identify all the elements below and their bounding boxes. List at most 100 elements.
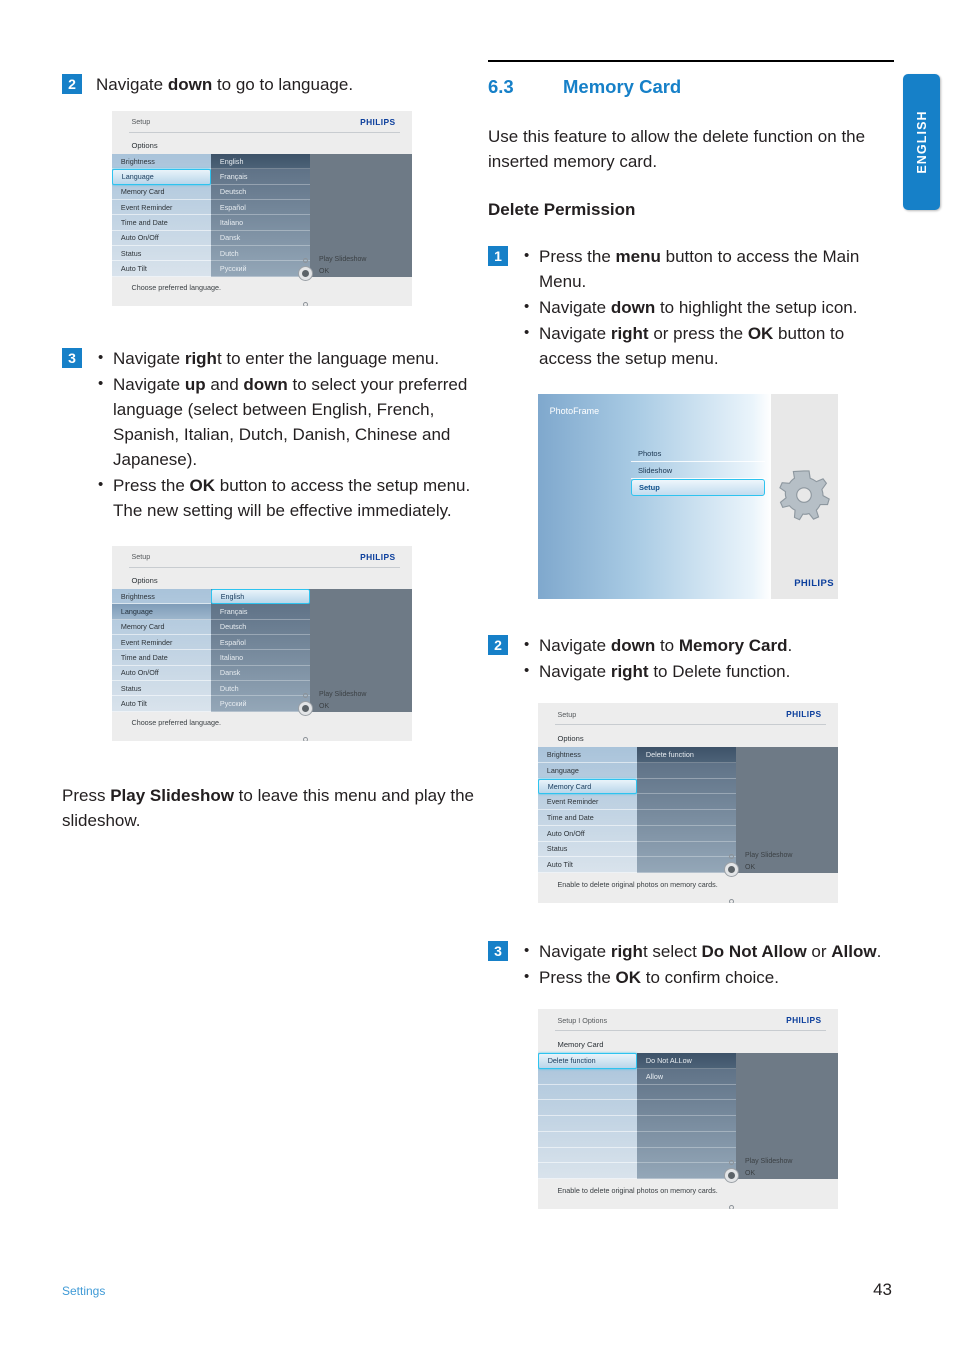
menu-item-empty: . [538, 1148, 637, 1164]
menu-item[interactable]: Time and Date [538, 810, 637, 826]
menu-item[interactable]: Brightness [112, 154, 211, 170]
language-item[interactable]: Français [211, 169, 310, 185]
ok-button-icon[interactable] [724, 862, 739, 877]
language-item-highlighted[interactable]: English [211, 153, 310, 170]
bullet-bold: menu [615, 247, 661, 266]
paragraph-bold: Play Slideshow [110, 786, 234, 805]
menu-item[interactable]: Event Reminder [538, 794, 637, 810]
step-text-part: Navigate [96, 75, 168, 94]
menu-item-label: Event Reminder [120, 202, 173, 212]
menu-item[interactable]: Auto On/Off [112, 666, 211, 681]
language-item[interactable]: Deutsch [211, 185, 310, 200]
menu-item[interactable]: Auto Tilt [538, 857, 637, 873]
nav-up-dot-icon[interactable] [729, 1160, 734, 1165]
menu-item-label: Auto Tilt [546, 860, 573, 870]
menu-item[interactable]: Status [112, 246, 211, 262]
menu-item[interactable]: Auto Tilt [112, 261, 211, 277]
menu-item-selected[interactable]: Language [112, 169, 211, 185]
language-item-label: Español [219, 202, 246, 212]
screenshot-hint: Choose preferred language. [131, 718, 222, 728]
language-item-selected[interactable]: English [211, 588, 310, 605]
menu-item-label: Language [121, 172, 154, 182]
step-2-text: Navigate down to Memory Card. Navigate r… [522, 632, 792, 685]
menu-item-empty: . [538, 1069, 637, 1085]
menu-item-selected[interactable]: Delete function [538, 1053, 637, 1069]
screenshot-title: Setup [557, 709, 577, 719]
ok-button-icon[interactable] [298, 266, 313, 282]
step-badge: 2 [488, 635, 508, 655]
menu-item[interactable]: Status [538, 842, 637, 858]
menu-item-empty: . [538, 1116, 637, 1132]
language-item[interactable]: Italiano [211, 215, 310, 231]
step-badge: 3 [62, 348, 82, 368]
language-item[interactable]: Dansk [211, 666, 310, 681]
screenshot-header-divider [554, 724, 826, 726]
philips-logo: PHILIPS [786, 709, 822, 719]
nav-up-dot-icon[interactable] [729, 854, 734, 859]
nav-up-dot-icon[interactable] [303, 258, 308, 264]
menu-item[interactable]: Language [538, 763, 637, 779]
menu-item[interactable]: Brightness [112, 589, 211, 605]
language-item-label: English [219, 156, 244, 166]
menu-item[interactable]: Event Reminder [112, 200, 211, 216]
option-item-allow[interactable]: Allow [637, 1069, 736, 1085]
menu-item-active[interactable]: Language [112, 604, 211, 620]
nav-control-cluster: Play Slideshow OK [289, 691, 397, 741]
subheading-delete-permission: Delete Permission [488, 200, 636, 219]
menu-item-selected[interactable]: Memory Card [538, 778, 637, 795]
option-item-empty: . [637, 1132, 736, 1148]
bullet-bold: Do Not Allow [701, 942, 807, 961]
submenu-item-empty: . [637, 763, 736, 779]
menu-column-settings: Brightness Language Memory Card Event Re… [112, 153, 211, 277]
bullet-item: Navigate right select Do Not Allow or Al… [522, 938, 882, 964]
main-menu-panel: PhotoFrame Photos Slideshow Setup [538, 394, 771, 599]
ok-button-icon[interactable] [298, 701, 313, 717]
menu-item-label: Time and Date [120, 217, 168, 227]
main-menu-item-slideshow[interactable]: Slideshow [631, 462, 765, 480]
menu-item[interactable]: Event Reminder [112, 635, 211, 651]
ok-button-icon[interactable] [724, 1168, 739, 1183]
menu-item[interactable]: Auto On/Off [112, 231, 211, 246]
bullet-text: to highlight the setup icon. [655, 298, 858, 317]
main-menu-item-setup[interactable]: Setup [631, 479, 765, 497]
bullet-bold: righ [610, 942, 643, 961]
nav-up-dot-icon[interactable] [303, 693, 308, 699]
bullet-text: Navigate [539, 298, 611, 317]
menu-item[interactable]: Status [112, 681, 211, 697]
bullet-item: Navigate right to Delete function. [522, 658, 792, 684]
submenu-item-delete-function[interactable]: Delete function [637, 747, 736, 763]
menu-item[interactable]: Auto On/Off [538, 826, 637, 842]
main-menu-item-photos[interactable]: Photos [631, 445, 765, 463]
screenshot-delete-permission: Setup I Options PHILIPS Memory Card Dele… [538, 1009, 838, 1209]
menu-item-label: Event Reminder [120, 637, 173, 647]
nav-down-dot-icon[interactable] [303, 302, 308, 306]
bullet-text: Navigate [539, 942, 611, 961]
screenshot-hint: Enable to delete original photos on memo… [557, 880, 718, 889]
menu-item[interactable]: Time and Date [112, 215, 211, 231]
language-item[interactable]: Dansk [211, 231, 310, 246]
photoframe-title: PhotoFrame [549, 406, 600, 417]
menu-item[interactable]: Auto Tilt [112, 696, 211, 712]
language-item[interactable]: Deutsch [211, 620, 310, 635]
philips-logo: PHILIPS [786, 1015, 822, 1025]
bullet-bold: right [610, 662, 649, 681]
nav-down-dot-icon[interactable] [303, 737, 308, 741]
language-item[interactable]: Italiano [211, 650, 310, 666]
main-menu-item-label: Slideshow [638, 465, 673, 475]
option-item-do-not-allow[interactable]: Do Not ALLow [637, 1053, 736, 1069]
left-column: 2 Navigate down to go to language. Setup… [62, 72, 474, 859]
menu-item[interactable]: Brightness [538, 747, 637, 763]
language-item[interactable]: Español [211, 200, 310, 216]
language-item[interactable]: Español [211, 635, 310, 651]
nav-down-dot-icon[interactable] [729, 1205, 734, 1209]
bullet-bold: down [610, 298, 656, 317]
menu-item[interactable]: Time and Date [112, 650, 211, 666]
section-number: 6.3 [488, 76, 514, 97]
bullet-bold: Memory Card [678, 636, 788, 655]
bullet-text: . [876, 942, 882, 961]
menu-item[interactable]: Memory Card [112, 185, 211, 200]
bullet-bold: down [243, 375, 288, 394]
nav-down-dot-icon[interactable] [729, 899, 734, 903]
language-item[interactable]: Français [211, 604, 310, 620]
menu-item[interactable]: Memory Card [112, 620, 211, 635]
